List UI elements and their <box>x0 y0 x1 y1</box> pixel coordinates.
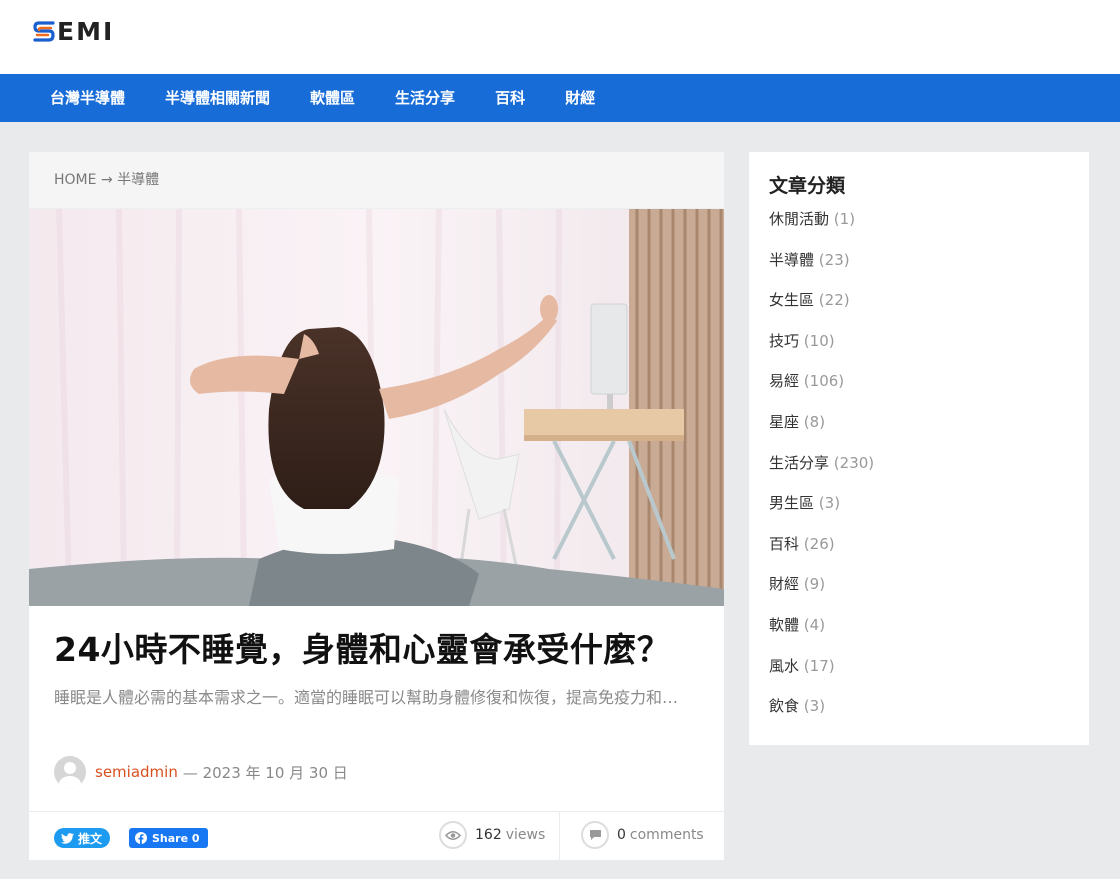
category-name[interactable]: 飲食 <box>769 697 799 715</box>
category-item[interactable]: 女生區 (22) <box>769 287 1089 328</box>
category-name[interactable]: 百科 <box>769 535 799 553</box>
breadcrumb: HOME → 半導體 <box>29 152 724 209</box>
nav-item-life-sharing[interactable]: 生活分享 <box>375 74 475 122</box>
post-footer: 推文 Share 0 162 views 0 comments <box>29 811 724 860</box>
breadcrumb-home[interactable]: HOME <box>54 172 96 188</box>
main-nav: 台灣半導體 半導體相關新聞 軟體區 生活分享 百科 財經 <box>0 74 1120 122</box>
category-item[interactable]: 易經 (106) <box>769 368 1089 409</box>
category-count: (17) <box>803 656 835 675</box>
category-name[interactable]: 星座 <box>769 413 799 431</box>
twitter-bird-icon <box>61 832 74 844</box>
category-name[interactable]: 半導體 <box>769 251 814 269</box>
category-name[interactable]: 風水 <box>769 657 799 675</box>
category-count: (3) <box>818 494 841 513</box>
category-count: (10) <box>803 331 835 350</box>
category-count: (4) <box>803 615 826 634</box>
facebook-share-button[interactable]: Share 0 <box>129 828 208 848</box>
category-name[interactable]: 男生區 <box>769 494 814 512</box>
tweet-button[interactable]: 推文 <box>54 828 111 848</box>
category-item[interactable]: 風水 (17) <box>769 653 1089 694</box>
post-date: — 2023 年 10 月 30 日 <box>182 763 348 782</box>
nav-item-finance[interactable]: 財經 <box>545 74 615 122</box>
category-item[interactable]: 生活分享 (230) <box>769 450 1089 491</box>
avatar[interactable] <box>54 756 86 788</box>
category-item[interactable]: 軟體 (4) <box>769 612 1089 653</box>
category-count: (23) <box>818 250 850 269</box>
nav-item-software[interactable]: 軟體區 <box>290 74 375 122</box>
category-item[interactable]: 百科 (26) <box>769 531 1089 572</box>
avatar-head-icon <box>64 762 76 774</box>
comments-label: comments <box>629 827 704 843</box>
site-logo[interactable]: EMI <box>32 19 114 45</box>
category-name[interactable]: 生活分享 <box>769 454 829 472</box>
comments-count: 0 <box>617 827 626 843</box>
tweet-label: 推文 <box>78 831 103 846</box>
category-name[interactable]: 女生區 <box>769 291 814 309</box>
footer-divider <box>559 812 560 860</box>
category-item[interactable]: 休閒活動 (1) <box>769 206 1089 247</box>
sidebar-title: 文章分類 <box>769 175 846 197</box>
category-count: (9) <box>803 575 826 594</box>
facebook-icon <box>135 832 147 844</box>
post-card: HOME → 半導體 24小時不睡覺，身體和心靈會承受什麼？ 睡眠是人體必需的基… <box>29 152 724 860</box>
author-link[interactable]: semiadmin <box>95 763 178 781</box>
category-count: (8) <box>803 412 826 431</box>
nav-item-encyclopedia[interactable]: 百科 <box>475 74 545 122</box>
post-excerpt: 睡眠是人體必需的基本需求之一。適當的睡眠可以幫助身體修復和恢復，提高免疫力和… <box>54 688 679 707</box>
category-item[interactable]: 飲食 (3) <box>769 693 1089 734</box>
category-item[interactable]: 星座 (8) <box>769 409 1089 450</box>
views-counter: 162 views <box>439 821 545 849</box>
category-item[interactable]: 男生區 (3) <box>769 490 1089 531</box>
logo-text: EMI <box>57 17 115 46</box>
views-label: views <box>505 827 546 843</box>
category-name[interactable]: 技巧 <box>769 332 799 350</box>
post-meta: semiadmin — 2023 年 10 月 30 日 <box>54 756 348 788</box>
breadcrumb-arrow: → <box>100 172 113 188</box>
sidebar-categories: 文章分類 休閒活動 (1) 半導體 (23) 女生區 (22) 技巧 (10) … <box>749 152 1089 745</box>
category-count: (26) <box>803 534 835 553</box>
category-count: (230) <box>833 453 875 472</box>
category-list: 休閒活動 (1) 半導體 (23) 女生區 (22) 技巧 (10) 易經 (1… <box>749 206 1089 734</box>
category-count: (106) <box>803 372 845 391</box>
hero-image[interactable] <box>29 209 724 606</box>
comment-icon <box>581 821 609 849</box>
category-name[interactable]: 易經 <box>769 372 799 390</box>
category-name[interactable]: 軟體 <box>769 616 799 634</box>
category-item[interactable]: 半導體 (23) <box>769 247 1089 288</box>
category-count: (1) <box>833 210 856 228</box>
site-header: EMI <box>0 0 1120 74</box>
category-item[interactable]: 技巧 (10) <box>769 328 1089 369</box>
category-name[interactable]: 財經 <box>769 575 799 593</box>
nav-item-semiconductor-news[interactable]: 半導體相關新聞 <box>145 74 290 122</box>
post-title[interactable]: 24小時不睡覺，身體和心靈會承受什麼？ <box>54 626 699 674</box>
views-count: 162 <box>475 827 502 843</box>
comments-link[interactable]: 0 comments <box>581 821 704 849</box>
logo-s-icon <box>33 21 55 42</box>
category-count: (22) <box>818 291 850 310</box>
breadcrumb-current[interactable]: 半導體 <box>117 172 159 188</box>
category-item[interactable]: 財經 (9) <box>769 571 1089 612</box>
category-name[interactable]: 休閒活動 <box>769 210 829 228</box>
nav-item-taiwan-semiconductor[interactable]: 台灣半導體 <box>30 74 145 122</box>
avatar-body-icon <box>59 776 81 788</box>
category-count: (3) <box>803 697 826 716</box>
eye-icon <box>439 821 467 849</box>
facebook-share-label: Share 0 <box>152 831 200 845</box>
